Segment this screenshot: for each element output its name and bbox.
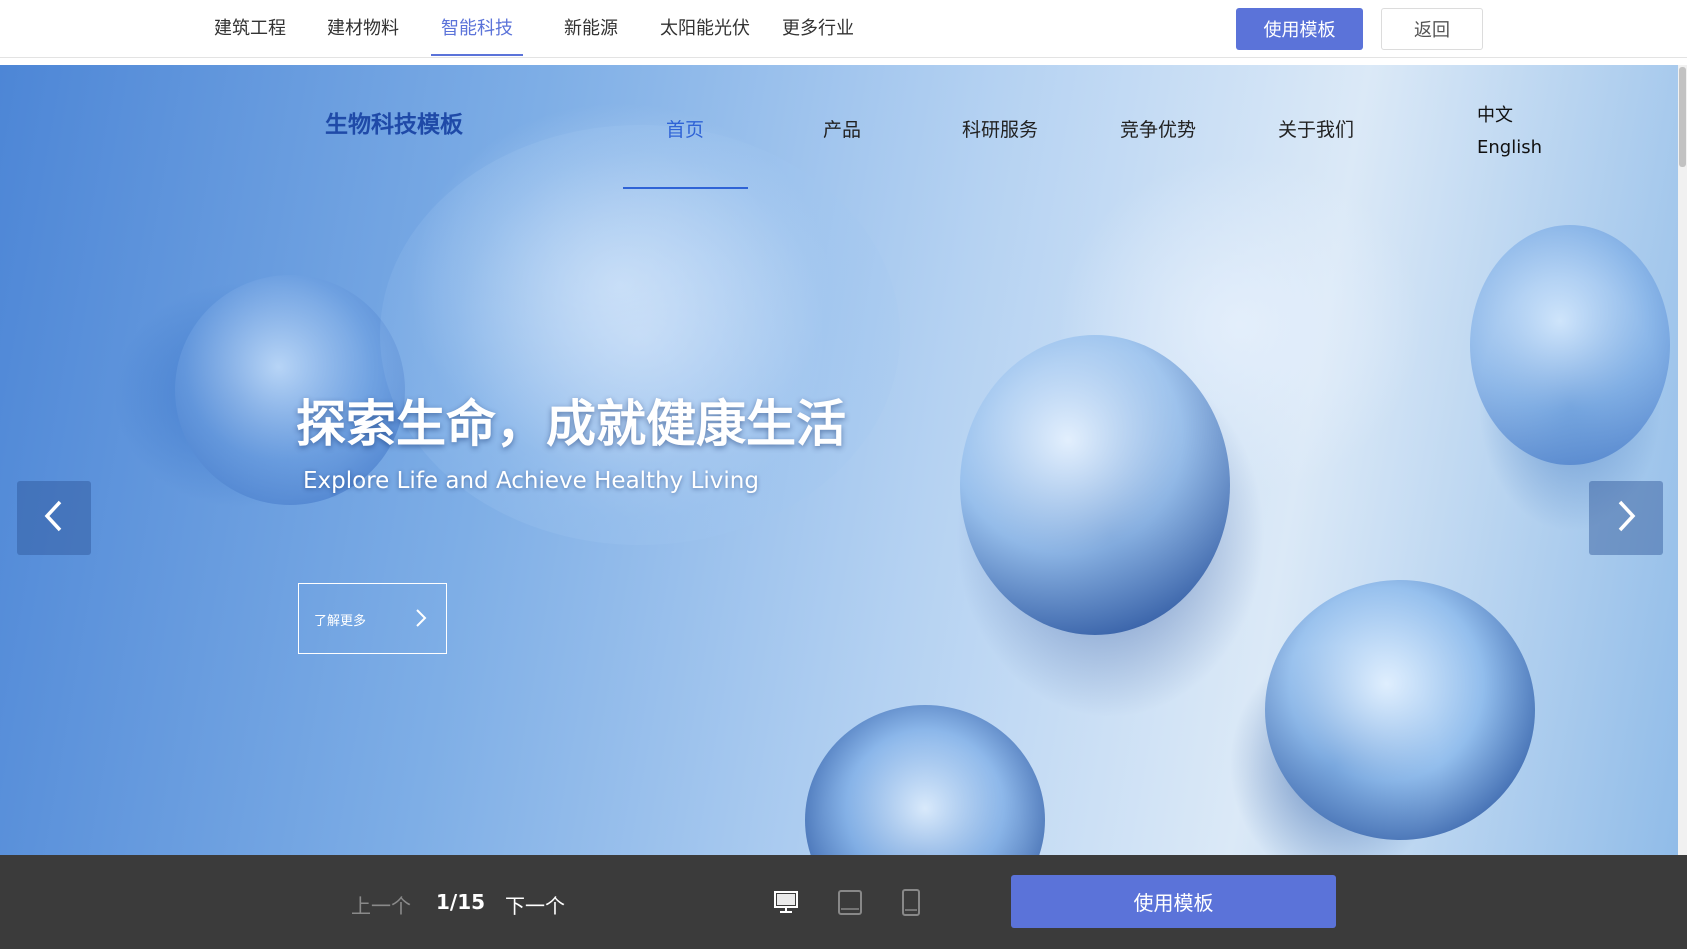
molecule-bubble bbox=[960, 335, 1230, 635]
category-more-industries[interactable]: 更多行业 bbox=[782, 14, 854, 56]
template-counter: 1/15 bbox=[436, 890, 486, 914]
slider-prev-button[interactable] bbox=[17, 481, 91, 555]
chevron-right-icon bbox=[414, 608, 428, 632]
prev-template-link[interactable]: 上一个 bbox=[351, 890, 411, 919]
category-building-materials[interactable]: 建材物料 bbox=[327, 14, 399, 56]
nav-research-services[interactable]: 科研服务 bbox=[962, 115, 1038, 142]
chevron-left-icon bbox=[42, 498, 66, 538]
lang-chinese[interactable]: 中文 bbox=[1477, 101, 1513, 127]
molecule-bubble bbox=[1470, 225, 1670, 465]
learn-more-label: 了解更多 bbox=[314, 614, 367, 629]
category-smart-tech[interactable]: 智能科技 bbox=[431, 14, 523, 56]
molecule-bubble bbox=[805, 705, 1045, 855]
preview-scrollbar[interactable] bbox=[1678, 65, 1687, 855]
chevron-right-icon bbox=[1614, 498, 1638, 538]
industry-bar: 建筑工程 建材物料 智能科技 新能源 太阳能光伏 更多行业 使用模板 返回 bbox=[0, 0, 1687, 58]
hero-subtitle: Explore Life and Achieve Healthy Living bbox=[303, 468, 759, 494]
site-brand-logo[interactable]: 生物科技模板 bbox=[325, 105, 463, 139]
category-new-energy[interactable]: 新能源 bbox=[564, 14, 618, 56]
desktop-icon[interactable] bbox=[772, 888, 800, 920]
use-template-button[interactable]: 使用模板 bbox=[1236, 8, 1363, 50]
next-template-link[interactable]: 下一个 bbox=[505, 890, 565, 919]
category-construction[interactable]: 建筑工程 bbox=[214, 14, 286, 56]
hero-title: 探索生命，成就健康生活 bbox=[296, 395, 846, 453]
molecule-bubble bbox=[1265, 580, 1535, 840]
template-preview bbox=[0, 65, 1687, 855]
preview-control-bar: 上一个 1/15 下一个 使用模板 bbox=[0, 855, 1687, 949]
use-template-button-bottom[interactable]: 使用模板 bbox=[1011, 875, 1336, 928]
back-button[interactable]: 返回 bbox=[1381, 8, 1483, 50]
nav-competitive-advantages[interactable]: 竞争优势 bbox=[1120, 115, 1196, 142]
nav-about-us[interactable]: 关于我们 bbox=[1278, 115, 1354, 142]
nav-products[interactable]: 产品 bbox=[823, 115, 861, 142]
lang-english[interactable]: English bbox=[1477, 137, 1542, 158]
mobile-icon[interactable] bbox=[899, 888, 923, 920]
preview-scroll-thumb[interactable] bbox=[1679, 67, 1686, 167]
learn-more-button[interactable]: 了解更多 bbox=[298, 583, 447, 654]
nav-active-indicator bbox=[623, 187, 748, 189]
category-solar-pv[interactable]: 太阳能光伏 bbox=[660, 14, 750, 56]
tablet-icon[interactable] bbox=[836, 888, 864, 920]
slider-next-button[interactable] bbox=[1589, 481, 1663, 555]
nav-home[interactable]: 首页 bbox=[666, 115, 704, 142]
